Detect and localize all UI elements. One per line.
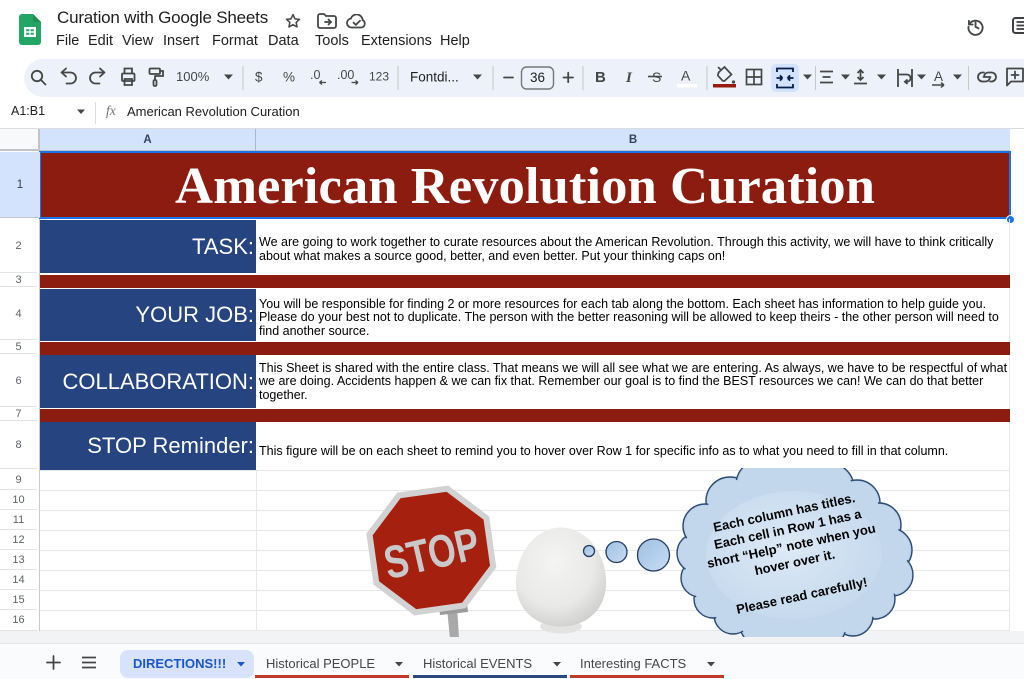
svg-text:36: 36 xyxy=(530,70,545,85)
svg-text:B: B xyxy=(595,69,606,86)
svg-text:%: % xyxy=(283,70,295,85)
svg-text:Fontdi...: Fontdi... xyxy=(410,70,459,85)
svg-text:I: I xyxy=(625,70,633,86)
svg-text:123: 123 xyxy=(369,70,389,84)
svg-text:A: A xyxy=(934,69,943,84)
svg-text:A: A xyxy=(681,68,691,84)
svg-text:.00: .00 xyxy=(337,68,354,82)
svg-text:$: $ xyxy=(255,70,263,85)
svg-text:100%: 100% xyxy=(176,69,210,84)
svg-text:.0: .0 xyxy=(310,68,320,82)
